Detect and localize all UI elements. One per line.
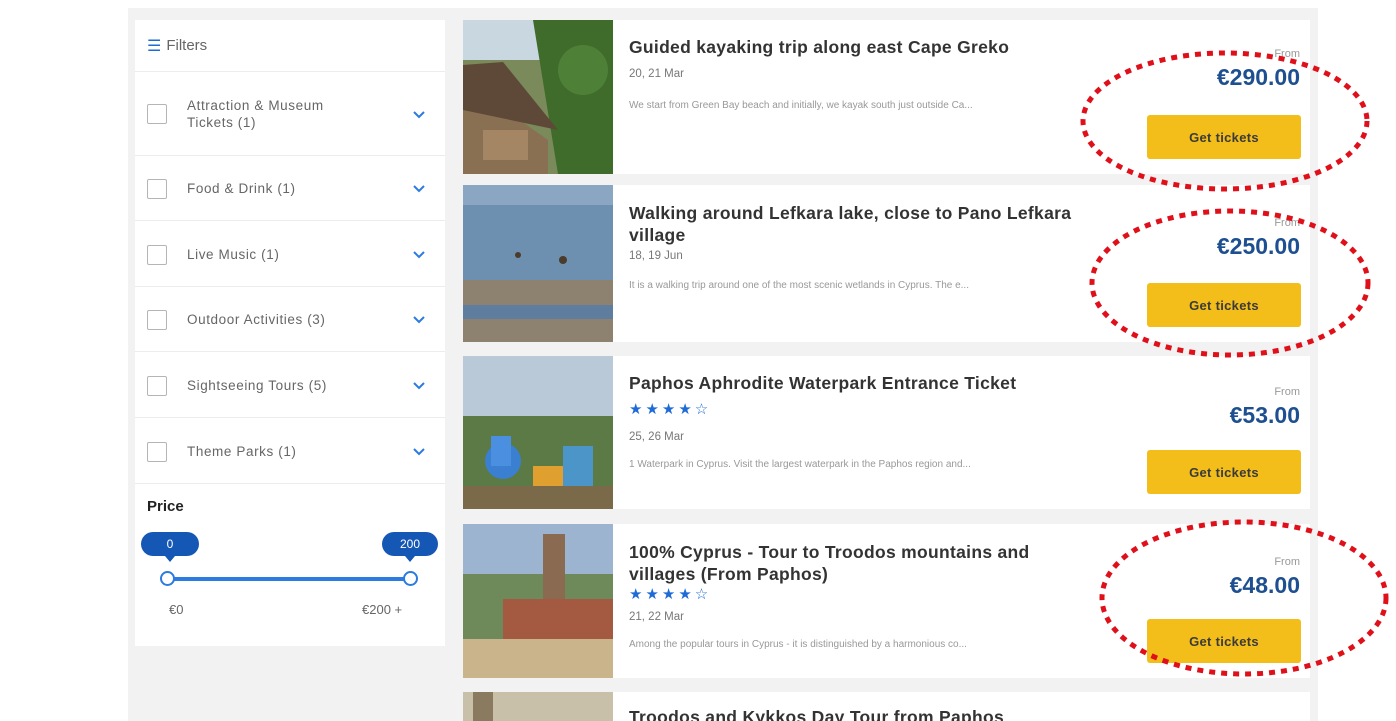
filter-item-label: Theme Parks (1) [187,444,297,459]
waterpark-photo [463,356,613,509]
from-label: From [1274,556,1300,568]
filter-item-food-drink[interactable]: Food & Drink (1) [135,156,445,221]
get-tickets-button[interactable]: Get tickets [1147,115,1301,159]
listing-thumbnail[interactable] [463,356,613,509]
listing-description: Among the popular tours in Cyprus - it i… [629,639,967,650]
price-slider-track[interactable] [167,577,411,581]
price-min-bubble: 0 [141,532,199,562]
price-slider-min-handle[interactable] [160,571,175,586]
get-tickets-button[interactable]: Get tickets [1147,283,1301,327]
listing-card[interactable]: Troodos and Kykkos Day Tour from Paphos [463,692,1310,721]
kayak-trip-photo [463,20,613,174]
filter-item-theme-parks[interactable]: Theme Parks (1) [135,418,445,484]
listing-title-line: Troodos and Kykkos Day Tour from Paphos [629,707,1005,721]
get-tickets-button[interactable]: Get tickets [1147,619,1301,663]
listing-card[interactable]: 100% Cyprus - Tour to Troodos mountains … [463,524,1310,678]
listing-card[interactable]: Guided kayaking trip along east Cape Gre… [463,20,1310,174]
get-tickets-button[interactable]: Get tickets [1147,450,1301,494]
filters-header[interactable]: ☰ Filters [135,20,445,72]
rating-stars: ★★★★☆ [629,401,712,418]
listing-price: €53.00 [1229,402,1300,428]
troodos-village-photo [463,524,613,678]
filter-label-line2: Tickets (1) [187,115,257,130]
checkbox[interactable] [147,245,167,265]
listing-dates: 18, 19 Jun [629,250,683,262]
listing-title-line: Paphos Aphrodite Waterpark Entrance Tick… [629,373,1017,393]
checkbox[interactable] [147,104,167,124]
filters-sidebar: ☰ Filters Attraction & Museum Tickets (1… [135,20,445,646]
chevron-down-icon[interactable] [412,248,426,262]
filter-item-label: Food & Drink (1) [187,181,296,196]
chevron-down-icon[interactable] [412,108,426,122]
listing-dates: 20, 21 Mar [629,68,684,80]
price-min-label: €0 [169,602,184,617]
filter-item-outdoor-activities[interactable]: Outdoor Activities (3) [135,287,445,352]
chevron-down-icon[interactable] [412,379,426,393]
rating-stars: ★★★★☆ [629,586,712,603]
filter-item-label: Sightseeing Tours (5) [187,378,327,393]
price-max-label: €200 + [362,602,403,617]
listing-thumbnail[interactable] [463,20,613,174]
price-slider-max-handle[interactable] [403,571,418,586]
checkbox[interactable] [147,376,167,396]
troodos-kykkos-photo [463,692,613,721]
filters-title: Filters [166,37,208,54]
filter-item-attraction-museum[interactable]: Attraction & Museum Tickets (1) [135,72,445,156]
listing-price: €250.00 [1216,233,1300,259]
listing-thumbnail[interactable] [463,524,613,678]
chevron-down-icon[interactable] [412,445,426,459]
filter-item-sightseeing-tours[interactable]: Sightseeing Tours (5) [135,352,445,418]
chevron-down-icon[interactable] [412,313,426,327]
chevron-down-icon[interactable] [412,182,426,196]
price-heading: Price [147,498,184,515]
checkbox[interactable] [147,310,167,330]
listing-dates: 25, 26 Mar [629,431,684,443]
listing-description: It is a walking trip around one of the m… [629,280,969,291]
listing-title[interactable]: Paphos Aphrodite Waterpark Entrance Tick… [629,372,1149,394]
listing-price: €48.00 [1229,572,1300,598]
listing-title-line: Walking around Lefkara lake, close to Pa… [629,203,1072,223]
from-label: From [1274,217,1300,229]
listing-title[interactable]: Walking around Lefkara lake, close to Pa… [629,202,1149,246]
filter-list-icon: ☰ [147,37,162,55]
listing-card[interactable]: Walking around Lefkara lake, close to Pa… [463,185,1310,342]
listing-title[interactable]: Guided kayaking trip along east Cape Gre… [629,36,1149,58]
filter-label-line1: Attraction & Museum [187,98,324,113]
price-max-bubble: 200 [382,532,438,562]
listing-title[interactable]: Troodos and Kykkos Day Tour from Paphos [629,706,1149,721]
listing-title-line: village [629,225,686,245]
listing-description: We start from Green Bay beach and initia… [629,100,973,111]
listing-title[interactable]: 100% Cyprus - Tour to Troodos mountains … [629,541,1149,585]
listing-thumbnail[interactable] [463,185,613,342]
listing-price: €290.00 [1216,64,1300,90]
filter-item-label: Live Music (1) [187,247,280,262]
listing-title-line: Guided kayaking trip along east Cape Gre… [629,37,1010,57]
listing-title-line: villages (From Paphos) [629,564,829,584]
listing-description: 1 Waterpark in Cyprus. Visit the largest… [629,459,971,470]
listing-card[interactable]: Paphos Aphrodite Waterpark Entrance Tick… [463,356,1310,509]
lefkara-lake-photo [463,185,613,342]
from-label: From [1274,48,1300,60]
checkbox[interactable] [147,442,167,462]
filter-item-live-music[interactable]: Live Music (1) [135,221,445,287]
from-label: From [1274,386,1300,398]
filter-item-label: Outdoor Activities (3) [187,312,326,327]
listing-dates: 21, 22 Mar [629,611,684,623]
checkbox[interactable] [147,179,167,199]
listing-thumbnail[interactable] [463,692,613,721]
listing-title-line: 100% Cyprus - Tour to Troodos mountains … [629,542,1030,562]
filter-item-label: Attraction & Museum Tickets (1) [187,97,324,131]
